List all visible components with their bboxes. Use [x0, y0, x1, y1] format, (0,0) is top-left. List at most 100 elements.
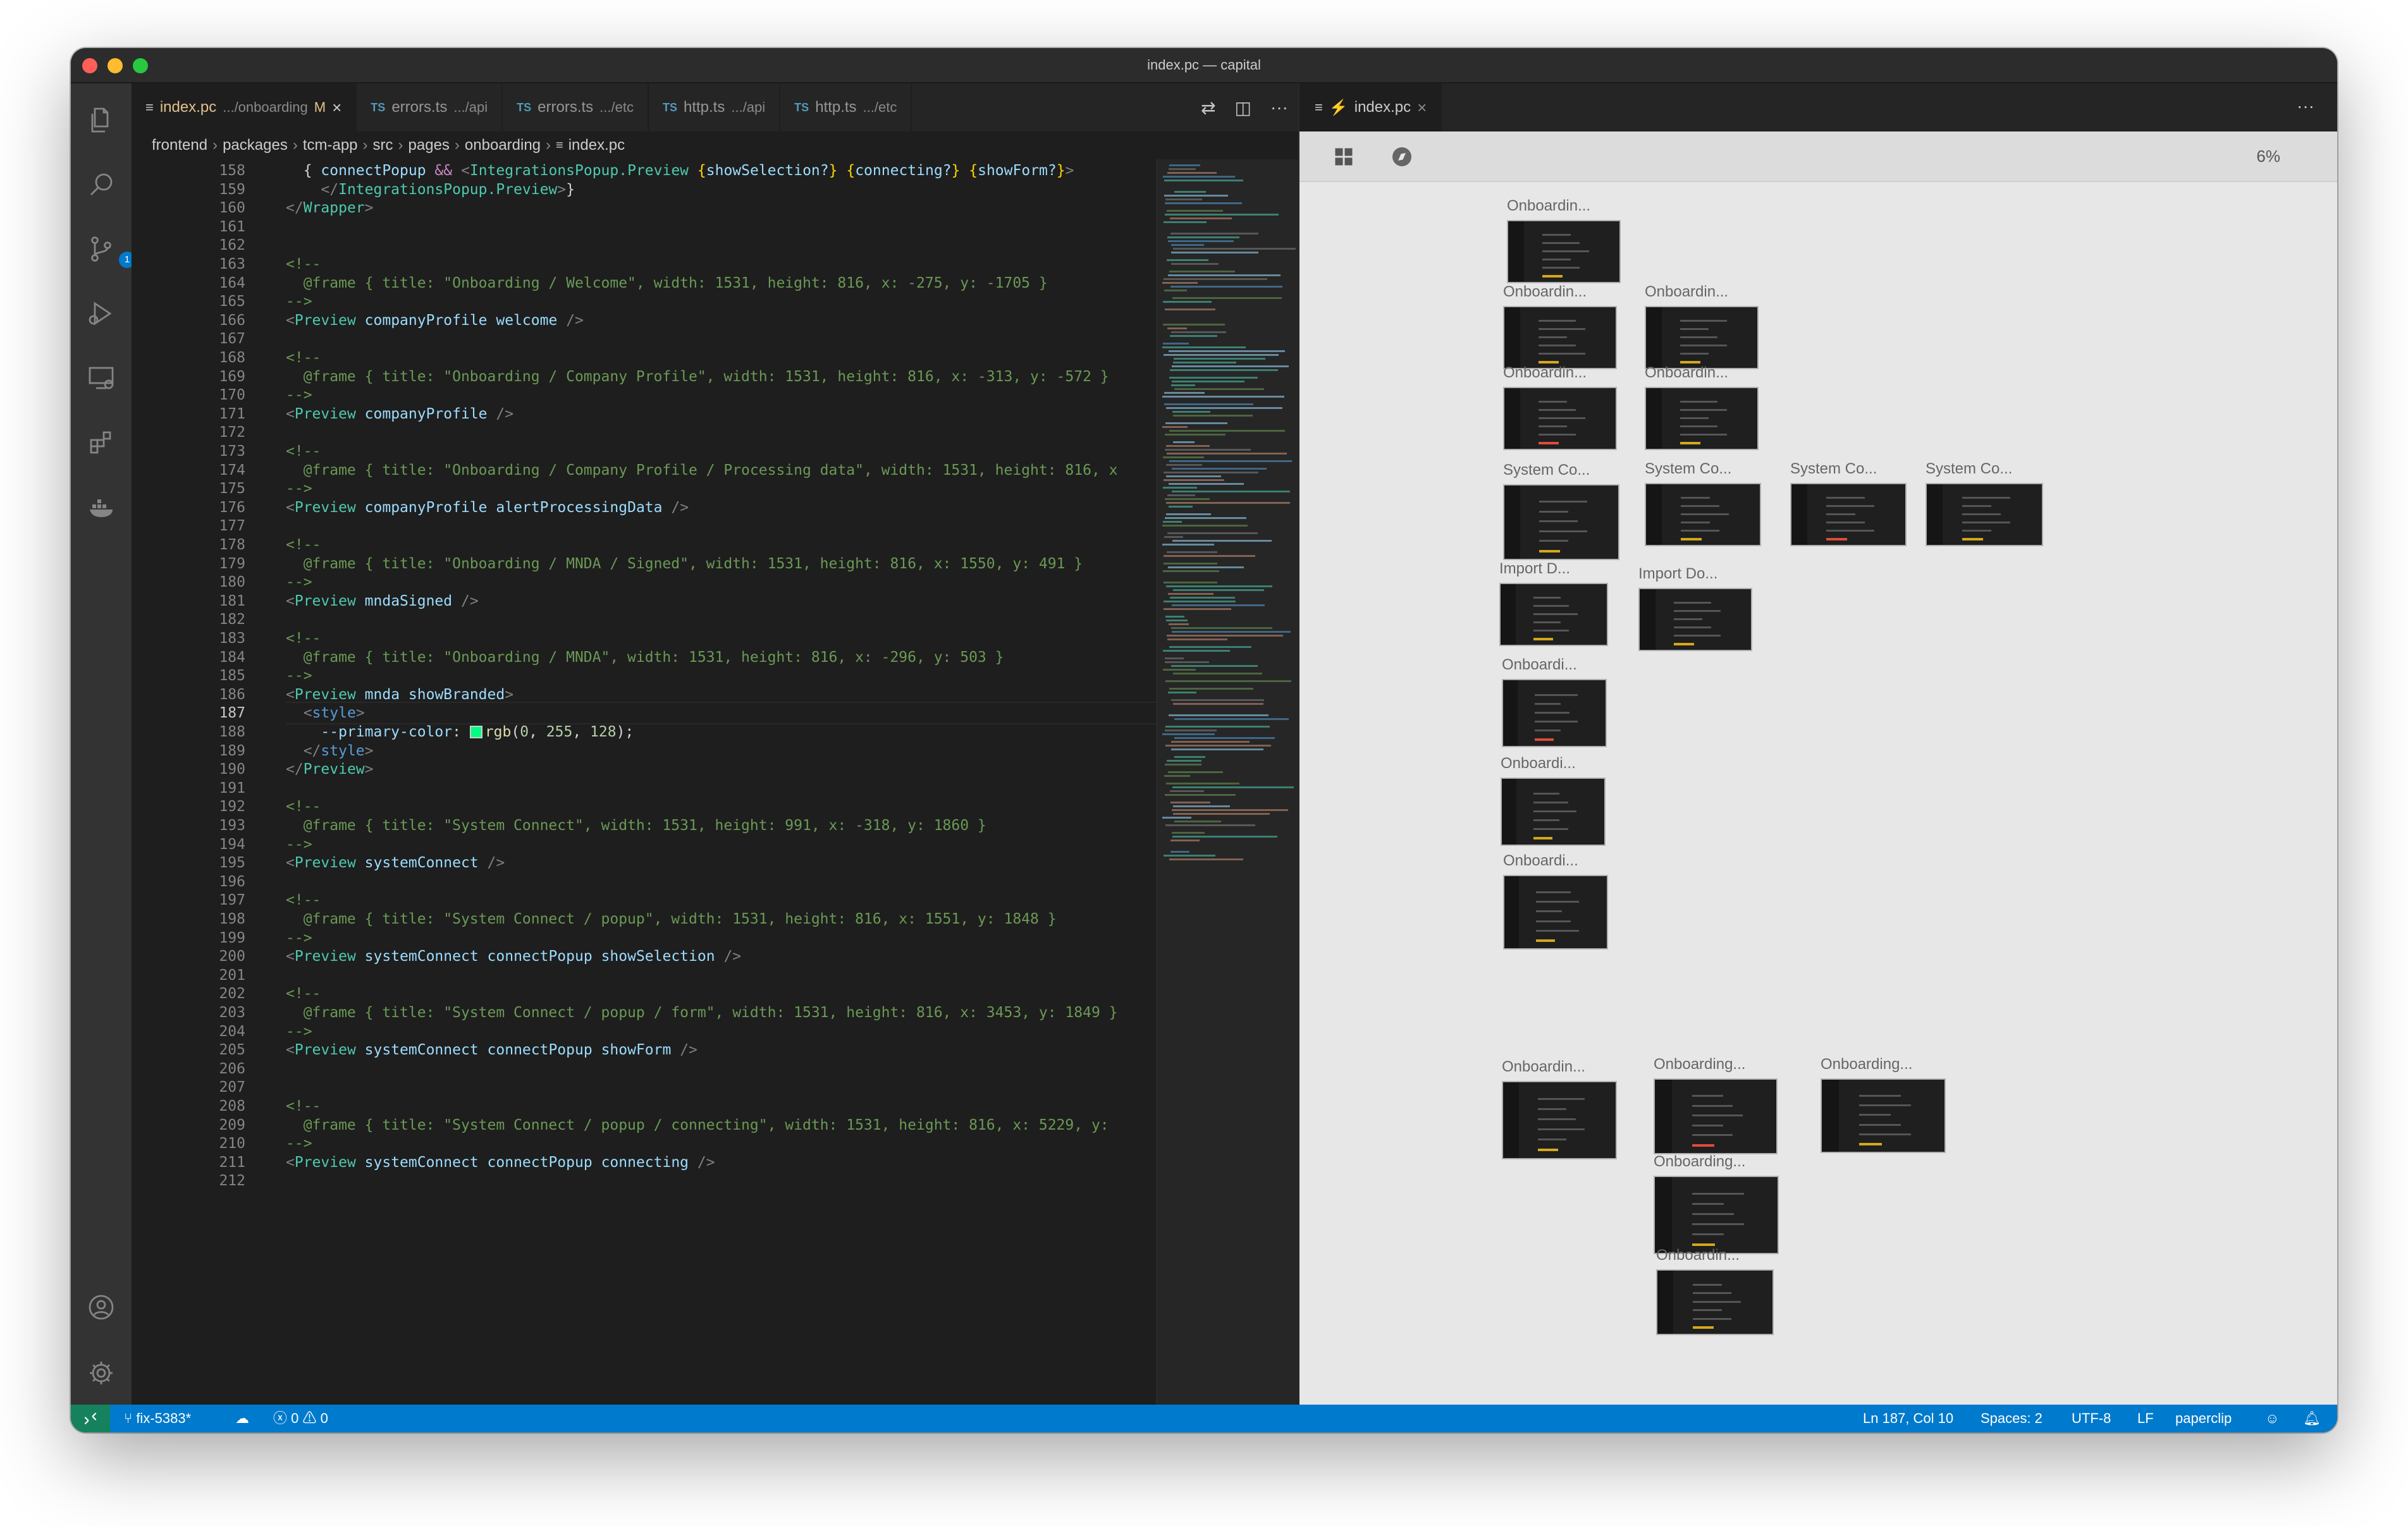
account-icon[interactable] — [86, 1292, 116, 1322]
frame-label[interactable]: System Co... — [1926, 460, 2012, 478]
frame-label[interactable]: Onboardin... — [1645, 283, 1728, 301]
frame-label[interactable]: Onboardi... — [1501, 755, 1576, 772]
code-line[interactable]: 212 — [132, 1169, 1156, 1192]
frame-thumbnail[interactable] — [1645, 387, 1759, 450]
frame-label[interactable]: Import Do... — [1638, 565, 1717, 583]
thumbnail-accent — [1533, 638, 1553, 640]
frame-label[interactable]: Onboarding... — [1654, 1153, 1745, 1171]
frame-label[interactable]: System Co... — [1503, 461, 1590, 479]
minimap-line — [1168, 274, 1281, 276]
sync-icon[interactable]: ☁ — [235, 1405, 249, 1432]
zoom-window-button[interactable] — [133, 58, 148, 73]
extensions-icon[interactable] — [86, 427, 116, 458]
frame-label[interactable]: Onboardin... — [1503, 283, 1587, 301]
frame-label[interactable]: Onboardin... — [1645, 364, 1728, 382]
source-control-icon[interactable]: 1 — [86, 234, 135, 268]
frame-thumbnail[interactable] — [1656, 1269, 1774, 1335]
frame-label[interactable]: Onboardin... — [1502, 1058, 1585, 1076]
remote-explorer-icon[interactable] — [86, 363, 116, 393]
zoom-level[interactable]: 6% — [2256, 147, 2280, 166]
cursor-position[interactable]: Ln 187, Col 10 — [1863, 1405, 1953, 1432]
close-icon[interactable]: × — [332, 98, 341, 118]
tab-preview-index-pc[interactable]: ≡ ⚡ index.pc × — [1299, 83, 1442, 131]
typescript-icon: TS — [371, 101, 386, 114]
thumbnail-sidebar — [1657, 1271, 1674, 1334]
more-actions-icon[interactable]: ··· — [2297, 96, 2314, 116]
frame-label[interactable]: Onboardi... — [1503, 852, 1578, 870]
minimize-window-button[interactable] — [108, 58, 123, 73]
tab-errors-ts-api[interactable]: TS errors.ts .../api — [357, 83, 503, 131]
minimap[interactable] — [1156, 159, 1298, 1405]
docker-icon[interactable] — [86, 492, 116, 522]
branch-status[interactable]: ⑂ fix-5383* — [124, 1405, 191, 1432]
close-window-button[interactable] — [82, 58, 97, 73]
settings-gear-icon[interactable] — [86, 1358, 116, 1388]
breadcrumb-item[interactable]: pages — [408, 137, 450, 154]
open-changes-icon[interactable]: ⇄ — [1201, 97, 1215, 118]
breadcrumb-item[interactable]: packages — [223, 137, 288, 154]
frame-label[interactable]: Import D... — [1499, 560, 1570, 578]
thumbnail-line — [1533, 819, 1560, 821]
run-debug-icon[interactable] — [86, 298, 116, 329]
thumbnail-line — [1674, 626, 1712, 628]
more-actions-icon[interactable]: ··· — [1270, 97, 1288, 118]
frame-label[interactable]: Onboardin... — [1507, 197, 1590, 215]
breadcrumb-item[interactable]: tcm-app — [303, 137, 358, 154]
frame-thumbnail[interactable] — [1790, 483, 1907, 546]
compass-icon[interactable] — [1391, 145, 1413, 168]
feedback-icon[interactable]: ☺ — [2265, 1405, 2279, 1432]
frame-thumbnail[interactable] — [1499, 583, 1608, 646]
frame-thumbnail[interactable] — [1926, 483, 2043, 546]
frame-thumbnail[interactable] — [1502, 679, 1607, 747]
eol-status[interactable]: LF — [2137, 1405, 2154, 1432]
code-editor[interactable]: 158 { connectPopup && <IntegrationsPopup… — [132, 159, 1156, 1405]
frame-thumbnail[interactable] — [1638, 588, 1752, 651]
close-icon[interactable]: × — [1417, 98, 1427, 118]
grid-view-icon[interactable] — [1332, 145, 1355, 168]
frame-thumbnail[interactable] — [1503, 484, 1619, 560]
frame-thumbnail[interactable] — [1503, 306, 1617, 369]
breadcrumb-item[interactable]: src — [373, 137, 393, 154]
frame-label[interactable]: Onboardin... — [1656, 1247, 1740, 1264]
frame-label[interactable]: Onboarding... — [1654, 1056, 1745, 1073]
minimap-line — [1162, 544, 1214, 546]
notifications-bell-icon[interactable]: 🔔︎ — [2303, 1405, 2321, 1432]
frame-label[interactable]: System Co... — [1790, 460, 1877, 478]
frame-thumbnail[interactable] — [1654, 1078, 1778, 1154]
file-lines-icon: ≡ — [145, 99, 154, 115]
modified-indicator: M — [314, 99, 326, 115]
search-icon[interactable] — [86, 169, 116, 200]
remote-indicator[interactable] — [71, 1405, 110, 1432]
preview-canvas[interactable]: Onboardin... Onboardin... Onboardin... Onbo… — [1299, 182, 2337, 1405]
split-editor-icon[interactable]: ◫ — [1235, 97, 1251, 118]
frame-thumbnail[interactable] — [1501, 778, 1606, 846]
breadcrumb-item[interactable]: frontend — [152, 137, 207, 154]
breadcrumb-item[interactable]: index.pc — [568, 137, 625, 154]
frame-thumbnail[interactable] — [1503, 875, 1608, 949]
tab-index-pc[interactable]: ≡ index.pc .../onboarding M × — [132, 83, 357, 131]
minimap-line — [1172, 540, 1272, 542]
minimap-line — [1166, 502, 1290, 504]
frame-thumbnail[interactable] — [1654, 1176, 1779, 1254]
frame-label[interactable]: Onboarding... — [1821, 1056, 1912, 1073]
frame-thumbnail[interactable] — [1507, 220, 1621, 283]
tab-errors-ts-etc[interactable]: TS errors.ts .../etc — [503, 83, 649, 131]
files-icon[interactable] — [86, 105, 116, 135]
problems-status[interactable]: ⓧ 0 ⚠ 0 — [273, 1405, 328, 1432]
encoding-status[interactable]: UTF-8 — [2072, 1405, 2111, 1432]
frame-thumbnail[interactable] — [1645, 483, 1761, 546]
frame-thumbnail[interactable] — [1645, 306, 1759, 369]
frame-label[interactable]: Onboardin... — [1503, 364, 1587, 382]
thumbnail-sidebar — [1646, 307, 1662, 368]
extension-status[interactable]: paperclip — [2175, 1405, 2232, 1432]
frame-label[interactable]: System Co... — [1645, 460, 1731, 478]
color-swatch[interactable] — [469, 726, 482, 738]
tab-http-ts-etc[interactable]: TS http.ts .../etc — [780, 83, 912, 131]
frame-label[interactable]: Onboardi... — [1502, 656, 1577, 674]
tab-http-ts-api[interactable]: TS http.ts .../api — [649, 83, 781, 131]
breadcrumb-item[interactable]: onboarding — [465, 137, 541, 154]
frame-thumbnail[interactable] — [1821, 1078, 1946, 1153]
indentation-status[interactable]: Spaces: 2 — [1981, 1405, 2042, 1432]
frame-thumbnail[interactable] — [1502, 1081, 1617, 1159]
frame-thumbnail[interactable] — [1503, 387, 1617, 450]
